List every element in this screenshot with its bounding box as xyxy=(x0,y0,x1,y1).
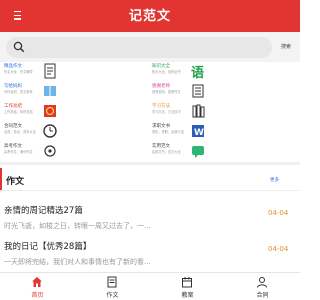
category-title: 工作总结 xyxy=(4,104,22,109)
section-divider xyxy=(0,162,300,165)
search-input[interactable] xyxy=(6,37,272,58)
category-title: 实用范文 xyxy=(152,144,170,149)
word-doc-icon: W xyxy=(192,125,204,138)
category-title: 学习方法 xyxy=(152,104,170,109)
tab-home[interactable]: 首页 xyxy=(0,273,75,300)
category-desc: 合同，协议，范本大全 xyxy=(4,130,36,134)
language-icon: 语 xyxy=(191,66,204,79)
article-title: 亲情的周记精选27篇 xyxy=(4,206,83,216)
category-item[interactable]: 求职文书 简历，求职，自我介绍 W xyxy=(150,122,300,142)
article-excerpt: 时光飞逝，如梭之日，转眼一周又过去了，一... xyxy=(4,222,151,230)
category-item[interactable]: 实用范文 实用文书，范文大全 xyxy=(150,142,300,162)
tab-label: 教案 xyxy=(181,292,194,299)
search-button[interactable]: 搜索 xyxy=(281,43,291,50)
category-title: 写给妈妈 xyxy=(4,84,22,89)
category-item[interactable]: 合同范文 合同，协议，范本大全 xyxy=(0,122,150,142)
category-desc: 实用文书，范文大全 xyxy=(152,150,181,154)
category-item[interactable]: 工作总结 工作总结，年终总结 xyxy=(0,102,150,122)
category-desc: 写作素材，范文参考 xyxy=(4,90,33,94)
category-desc: 工作总结，年终总结 xyxy=(4,110,33,114)
more-link[interactable]: 更多 xyxy=(270,177,279,183)
tab-contracts[interactable]: 合同 xyxy=(225,273,300,300)
article-title: 我的日记【优秀28篇】 xyxy=(4,242,92,252)
tab-lesson-plans[interactable]: 教案 xyxy=(150,273,225,300)
tab-compositions[interactable]: 作文 xyxy=(75,273,150,300)
books-icon xyxy=(192,104,205,118)
category-title: 精品作文 xyxy=(4,64,22,69)
tab-label: 合同 xyxy=(256,292,269,299)
svg-text:语: 语 xyxy=(191,66,204,79)
category-desc: 简历，求职，自我介绍 xyxy=(152,130,184,134)
emblem-icon xyxy=(44,105,56,117)
clock-icon xyxy=(43,124,57,138)
tab-label: 首页 xyxy=(31,292,44,299)
category-item[interactable]: 高考作文 高考作文，满分作文 xyxy=(0,142,150,162)
category-desc: 作文大全，作文辅导 xyxy=(4,70,33,74)
article-date: 04-04 xyxy=(268,209,289,217)
divider xyxy=(0,190,300,191)
list-item[interactable]: 亲情的周记精选27篇 04-04 时光飞逝，如梭之日，转眼一周又过去了，一... xyxy=(0,204,300,242)
section-accent xyxy=(0,168,2,190)
chat-icon xyxy=(192,146,204,158)
category-item[interactable]: 写给妈妈 写作素材，范文参考 xyxy=(0,82,150,102)
document-icon xyxy=(44,63,56,79)
notebook-icon xyxy=(192,84,204,98)
category-title: 高考作文 xyxy=(4,144,22,149)
category-item[interactable]: 感谢老师 感恩老师，感恩作文 xyxy=(150,82,300,102)
category-grid: 精品作文 作文大全，作文辅导 知识大全 知识大全，百科全书 语 写给妈妈 写作素… xyxy=(0,62,300,163)
category-item[interactable]: 知识大全 知识大全，百科全书 语 xyxy=(150,62,300,82)
book-icon xyxy=(44,86,56,96)
category-title: 感谢老师 xyxy=(152,84,170,89)
search-icon xyxy=(13,41,25,53)
article-excerpt: 一天即将完结，我们对人和事情也有了新的看... xyxy=(4,258,151,266)
top-bar: 记范文 xyxy=(0,0,300,32)
search-row: 搜索 xyxy=(0,32,300,62)
home-icon xyxy=(32,277,42,287)
category-item[interactable]: 精品作文 作文大全，作文辅导 xyxy=(0,62,150,82)
category-title: 合同范文 xyxy=(4,124,22,129)
section-title: 作文 xyxy=(6,177,25,187)
app-title: 记范文 xyxy=(128,9,171,24)
bottom-tab-bar: 首页 作文 教案 合同 xyxy=(0,272,300,300)
svg-text:W: W xyxy=(194,128,204,138)
article-date: 04-04 xyxy=(268,245,289,253)
badge-icon xyxy=(44,145,56,157)
user-icon xyxy=(257,277,267,288)
category-desc: 学习方法，方法技巧 xyxy=(152,110,181,114)
category-title: 知识大全 xyxy=(152,64,170,69)
document-icon xyxy=(107,276,117,288)
category-desc: 知识大全，百科全书 xyxy=(152,70,181,74)
category-item[interactable]: 学习方法 学习方法，方法技巧 xyxy=(150,102,300,122)
category-title: 求职文书 xyxy=(152,124,170,129)
category-desc: 感恩老师，感恩作文 xyxy=(152,90,181,94)
calendar-icon xyxy=(182,277,192,288)
tab-label: 作文 xyxy=(106,292,119,299)
category-desc: 高考作文，满分作文 xyxy=(4,150,33,154)
